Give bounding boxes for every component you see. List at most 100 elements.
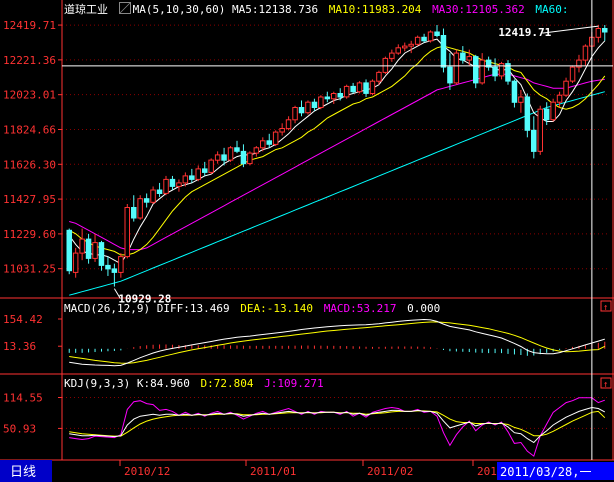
kdj-tick-label: 114.55: [3, 392, 43, 405]
candle-body: [434, 31, 440, 36]
candle-body: [305, 101, 311, 114]
candle-body: [479, 59, 485, 84]
candle-body: [124, 207, 130, 258]
date-label: 2010/12: [124, 465, 170, 478]
candle-body: [105, 264, 111, 270]
candle-body: [208, 159, 214, 173]
candle-body: [195, 168, 201, 180]
price-tick-label: 11427.95: [3, 193, 56, 206]
macd-tick-label: 13.36: [3, 340, 36, 353]
ma-indicator-params: MA(5,10,30,60): [132, 3, 226, 16]
kdj-j: J:109.271: [264, 377, 324, 390]
candle-body: [473, 56, 479, 84]
candle-body: [72, 252, 79, 273]
candle-body: [595, 28, 602, 38]
candle-body: [234, 147, 240, 152]
candle-body: [395, 47, 401, 54]
ma5-label: MA5:12138.736: [231, 3, 319, 16]
candle-body: [189, 175, 195, 180]
stock-chart[interactable]: 12419.71 12221.36 12023.01 11824.66 11626.30…: [0, 0, 614, 482]
candle-body: [524, 96, 531, 131]
candle-body: [131, 207, 137, 219]
candle-body: [363, 82, 369, 94]
candle-body: [447, 66, 453, 84]
candle-body: [440, 35, 447, 68]
kdj-tick-label: 50.93: [3, 422, 36, 435]
candle-body: [331, 93, 337, 100]
candle-body: [279, 128, 285, 133]
price-tick-label: 12221.36: [3, 54, 56, 67]
candle-body: [202, 168, 208, 173]
macd-dea: DEA:-13.140: [240, 302, 314, 315]
candle-body: [98, 242, 105, 266]
macd-header: MACD(26,12,9) DIFF:13.469 DEA:-13.140 MA…: [64, 302, 440, 316]
candle-body: [163, 178, 169, 194]
macd-value: MACD:53.217: [323, 302, 397, 315]
candle-body: [221, 154, 227, 161]
index-title: 道琼工业: [64, 3, 108, 16]
candle-body: [182, 175, 189, 184]
chart-background: [0, 0, 614, 482]
candle-body: [563, 80, 569, 96]
candle-body: [169, 178, 176, 187]
candle-body: [421, 36, 427, 42]
candle-body: [118, 256, 124, 273]
ma60-label: MA60:: [535, 3, 569, 16]
candle-body: [408, 43, 414, 47]
candle-body: [569, 66, 576, 82]
date-label: 201: [477, 465, 497, 478]
period-tab-label[interactable]: 日线: [10, 465, 36, 480]
ma30-label: MA30:12105.362: [432, 3, 525, 16]
kdj-panel-expand-button[interactable]: ↑: [600, 377, 612, 390]
candle-body: [466, 56, 472, 61]
candle-body: [453, 52, 460, 84]
price-tick-label: 11229.60: [3, 228, 56, 241]
candle-body: [460, 52, 466, 61]
candle-body: [343, 85, 350, 98]
date-label: 2011/02: [367, 465, 413, 478]
candle-body: [582, 45, 589, 61]
candle-body: [492, 66, 498, 77]
price-tick-label: 11824.66: [3, 123, 56, 136]
expand-arrow-icon: ↑: [603, 303, 608, 313]
candle-body: [137, 198, 143, 219]
candle-body: [266, 140, 272, 145]
candle-body: [337, 93, 343, 98]
price-tick-label: 11031.25: [3, 263, 56, 276]
candle-body: [369, 80, 376, 94]
kdj-header: KDJ(9,3,3) K:84.960 D:72.804 J:109.271: [64, 377, 324, 391]
candle-body: [389, 52, 395, 59]
kdj-params: KDJ(9,3,3): [64, 377, 131, 390]
candle-body: [537, 108, 543, 152]
candle-body: [350, 85, 356, 93]
candle-body: [176, 182, 182, 187]
ma-indicator-icon[interactable]: [118, 2, 131, 14]
price-tick-label: 12023.01: [3, 89, 56, 102]
candle-body: [143, 198, 150, 203]
cursor-date-label: 2011/03/28,一: [500, 465, 591, 479]
high-price-label: 12419.71: [498, 26, 551, 39]
candle-body: [85, 238, 92, 259]
macd-zero: 0.000: [407, 302, 441, 315]
candle-body: [550, 101, 556, 121]
candle-body: [311, 101, 318, 108]
candle-body: [402, 45, 408, 49]
candle-body: [260, 140, 266, 149]
candle-body: [298, 107, 305, 114]
candle-body: [543, 108, 550, 121]
candle-body: [227, 147, 234, 161]
expand-arrow-icon: ↑: [603, 380, 608, 390]
candle-body: [324, 96, 331, 100]
candle-body: [92, 242, 98, 259]
candle-body: [156, 189, 163, 194]
price-tick-label: 11626.30: [3, 158, 56, 171]
candle-body: [511, 80, 518, 103]
candle-body: [292, 107, 298, 121]
candle-body: [66, 229, 72, 272]
macd-panel-expand-button[interactable]: ↑: [600, 300, 612, 313]
candle-body: [556, 94, 563, 103]
price-tick-label: 12419.71: [3, 19, 56, 32]
date-label: 2011/01: [250, 465, 296, 478]
candle-body: [240, 150, 247, 165]
candle-body: [414, 36, 421, 45]
